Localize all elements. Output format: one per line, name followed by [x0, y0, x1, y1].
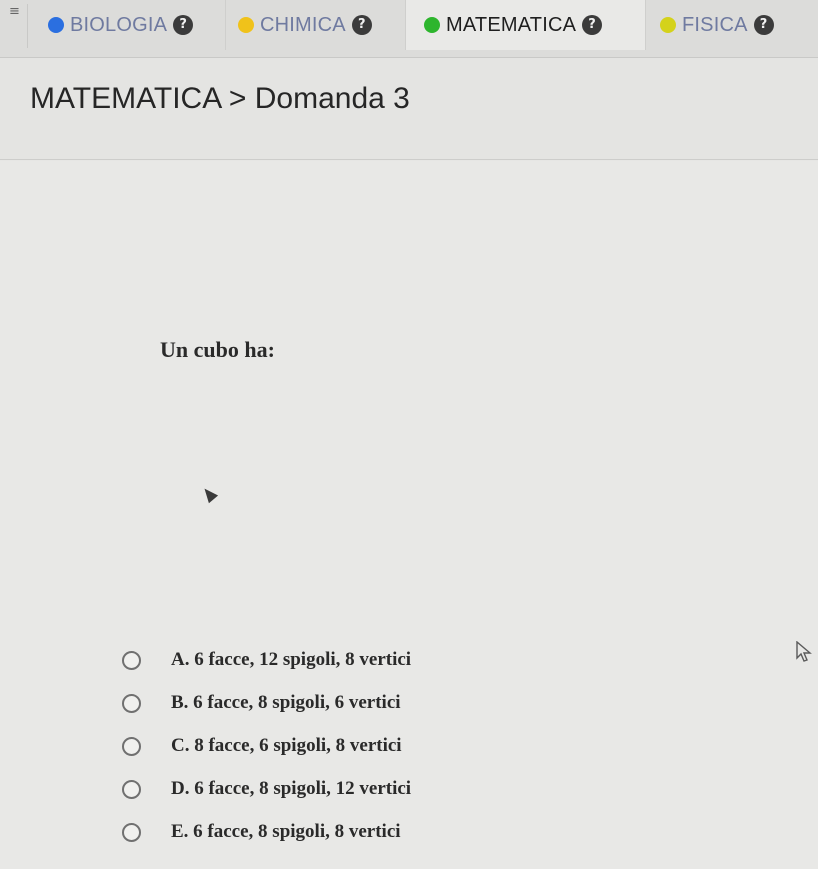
- status-dot-icon: [238, 17, 254, 33]
- radio-button[interactable]: [122, 736, 141, 756]
- subject-tab-bar: ≡ BIOLOGIA ? CHIMICA ? MATEMATICA ? FISI…: [0, 0, 818, 58]
- tab-label: FISICA: [682, 13, 748, 36]
- question-panel: Un cubo ha: A. 6 facce, 12 spigoli, 8 ve…: [0, 161, 818, 869]
- breadcrumb: MATEMATICA > Domanda 3: [30, 82, 410, 115]
- tab-label: CHIMICA: [260, 13, 346, 36]
- radio-button[interactable]: [122, 779, 141, 799]
- answer-option-e[interactable]: E. 6 facce, 8 spigoli, 8 vertici: [122, 821, 411, 843]
- help-icon[interactable]: ?: [753, 15, 774, 35]
- answer-label: B. 6 facce, 8 spigoli, 6 vertici: [171, 692, 401, 713]
- answer-label: C. 8 facce, 6 spigoli, 8 vertici: [171, 735, 402, 756]
- radio-button[interactable]: [122, 693, 141, 713]
- help-icon[interactable]: ?: [173, 15, 194, 35]
- question-header: MATEMATICA > Domanda 3: [0, 58, 818, 160]
- answer-label: D. 6 facce, 8 spigoli, 12 vertici: [171, 778, 412, 799]
- answer-options: A. 6 facce, 12 spigoli, 8 vertici B. 6 f…: [122, 649, 411, 864]
- mouse-pointer-icon: [199, 484, 219, 504]
- tab-label: MATEMATICA: [446, 13, 577, 36]
- help-icon[interactable]: ?: [582, 15, 603, 35]
- cursor-arrow-icon: [796, 641, 812, 662]
- question-text: Un cubo ha:: [160, 337, 275, 362]
- status-dot-icon: [660, 17, 676, 33]
- menu-icon[interactable]: ≡: [2, 4, 28, 48]
- answer-label: A. 6 facce, 12 spigoli, 8 vertici: [171, 649, 412, 670]
- tab-matematica[interactable]: MATEMATICA ?: [406, 0, 646, 50]
- tab-biologia[interactable]: BIOLOGIA ?: [36, 0, 226, 50]
- status-dot-icon: [48, 17, 64, 33]
- answer-option-d[interactable]: D. 6 facce, 8 spigoli, 12 vertici: [122, 778, 411, 800]
- tab-fisica[interactable]: FISICA ?: [646, 0, 818, 50]
- answer-option-c[interactable]: C. 8 facce, 6 spigoli, 8 vertici: [122, 735, 411, 757]
- help-icon[interactable]: ?: [351, 15, 372, 35]
- tab-chimica[interactable]: CHIMICA ?: [226, 0, 406, 50]
- tab-label: BIOLOGIA: [70, 13, 168, 36]
- answer-label: E. 6 facce, 8 spigoli, 8 vertici: [171, 821, 401, 842]
- answer-option-b[interactable]: B. 6 facce, 8 spigoli, 6 vertici: [122, 692, 411, 714]
- radio-button[interactable]: [122, 650, 141, 670]
- radio-button[interactable]: [122, 822, 141, 842]
- status-dot-icon: [424, 17, 440, 33]
- answer-option-a[interactable]: A. 6 facce, 12 spigoli, 8 vertici: [122, 649, 411, 671]
- quiz-page: ≡ BIOLOGIA ? CHIMICA ? MATEMATICA ? FISI…: [0, 0, 818, 869]
